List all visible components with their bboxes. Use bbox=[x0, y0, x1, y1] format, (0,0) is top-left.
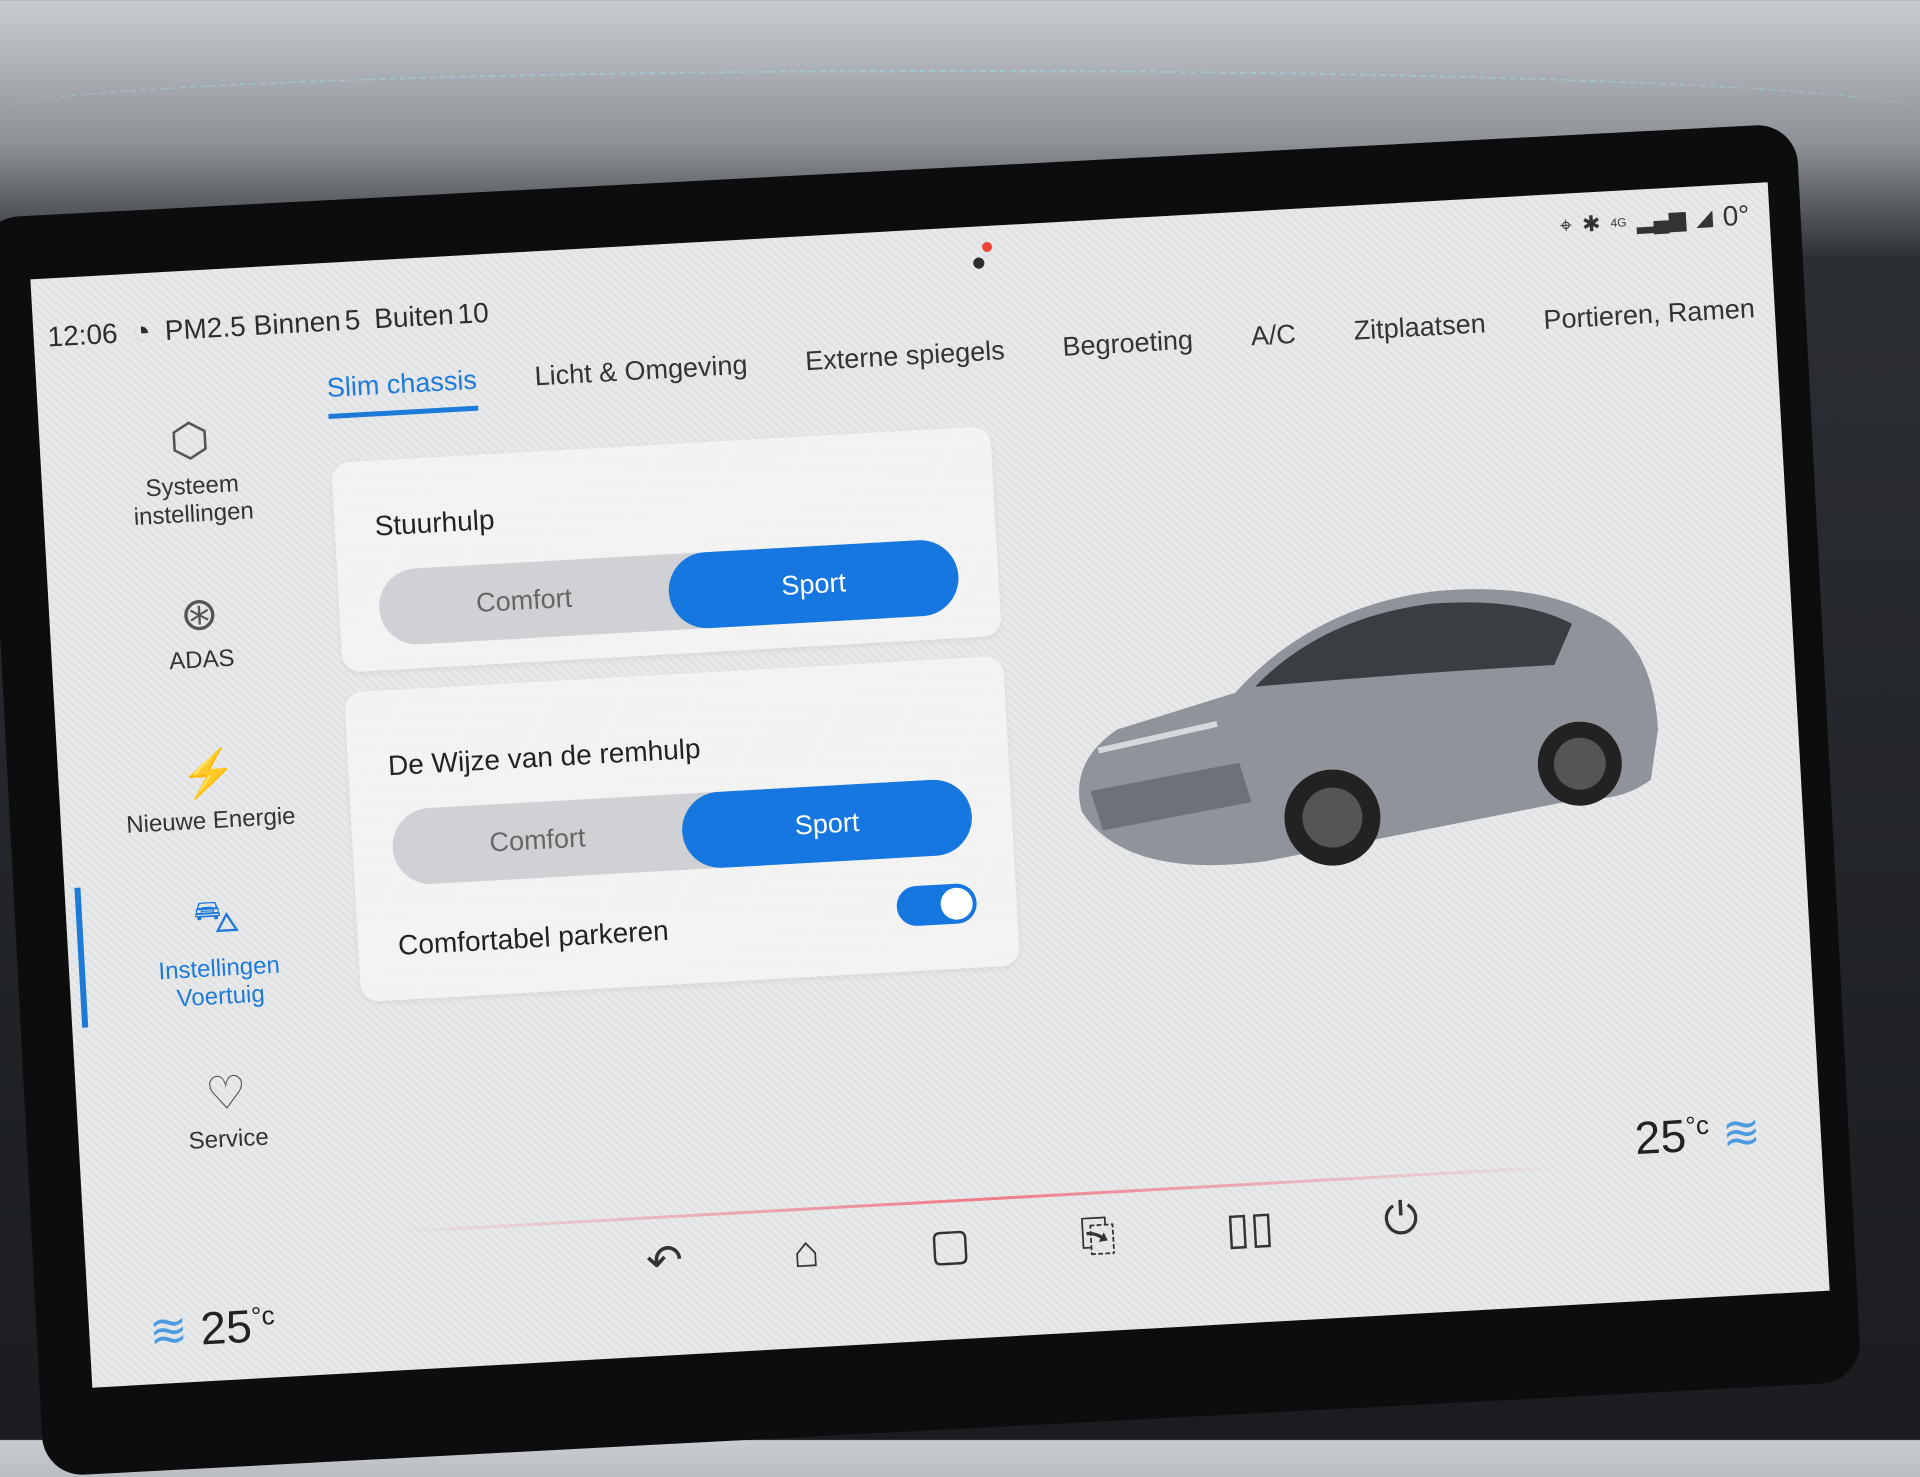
wind-icon: ≋ bbox=[147, 1303, 190, 1358]
steering-sport-option[interactable]: Sport bbox=[666, 538, 961, 631]
steering-assist-title: Stuurhulp bbox=[373, 503, 496, 542]
home-icon[interactable]: ⌂ bbox=[791, 1227, 820, 1279]
sidebar-item-label: Systeem instellingen bbox=[133, 470, 255, 532]
notification-icon[interactable]: ● bbox=[970, 241, 993, 278]
slope-icon: ◢ bbox=[1695, 204, 1714, 231]
slope-value: 0° bbox=[1721, 199, 1751, 232]
sidebar-item-label: ADAS bbox=[168, 644, 236, 676]
brake-mode-selector: Comfort Sport bbox=[390, 777, 974, 887]
inside-label: Binnen bbox=[252, 304, 342, 341]
pm-label: PM2.5 bbox=[163, 310, 247, 346]
brake-assist-title: De Wijze van de remhulp bbox=[387, 732, 702, 782]
steering-comfort-option[interactable]: Comfort bbox=[377, 554, 671, 646]
tab-externe-spiegels[interactable]: Externe spiegels bbox=[804, 335, 1006, 392]
sidebar-item-adas[interactable]: ⊛ ADAS bbox=[86, 544, 315, 716]
gauge-speaker-icon[interactable]: ◔ bbox=[131, 313, 152, 351]
network-label: 4G bbox=[1610, 215, 1627, 231]
power-icon[interactable]: ⏻ bbox=[1382, 1193, 1420, 1246]
navigation-bar: ↶ ⌂ ▢ ⎘ ▯▯ ⏻ bbox=[645, 1193, 1420, 1287]
sidebar-item-energy[interactable]: ⚡ Nieuwe Energie bbox=[95, 704, 324, 876]
location-icon: ⌖ bbox=[1559, 212, 1573, 238]
sidebar-item-label: Service bbox=[187, 1123, 270, 1155]
left-temp-unit: °c bbox=[250, 1300, 276, 1332]
comfort-parking-toggle[interactable] bbox=[895, 882, 978, 928]
car-settings-icon[interactable]: ⎘ bbox=[1079, 1210, 1117, 1263]
tab-licht-omgeving[interactable]: Licht & Omgeving bbox=[534, 350, 749, 408]
steering-assist-card: Stuurhulp Comfort Sport bbox=[331, 426, 1002, 673]
right-temp-unit: °c bbox=[1684, 1109, 1710, 1142]
signal-icon: ▂▄▆ bbox=[1635, 205, 1687, 234]
left-temp-value: 25 bbox=[199, 1299, 254, 1355]
outside-value: 10 bbox=[456, 296, 490, 330]
tab-begroeting[interactable]: Begroeting bbox=[1062, 325, 1195, 378]
split-screen-icon[interactable]: ▯▯ bbox=[1224, 1202, 1275, 1256]
wind-icon: ≋ bbox=[1720, 1105, 1763, 1160]
comfort-parking-label: Comfortabel parkeren bbox=[397, 914, 670, 961]
inside-value: 5 bbox=[343, 303, 362, 336]
tab-zitplaatsen[interactable]: Zitplaatsen bbox=[1353, 308, 1487, 361]
brake-comfort-option[interactable]: Comfort bbox=[391, 794, 685, 886]
car-heart-icon: ♡ bbox=[204, 1065, 249, 1120]
bluetooth-icon: ✱ bbox=[1581, 210, 1602, 237]
outside-label: Buiten bbox=[373, 298, 455, 334]
left-temperature[interactable]: ≋ 25°c bbox=[148, 1297, 277, 1358]
clock: 12:06 bbox=[46, 317, 119, 353]
recent-apps-icon[interactable]: ▢ bbox=[928, 1218, 972, 1271]
right-temp-value: 25 bbox=[1633, 1109, 1688, 1165]
back-icon[interactable]: ↶ bbox=[645, 1235, 685, 1288]
status-icons: ⌖ ✱ 4G ▂▄▆ ◢ 0° bbox=[1559, 199, 1750, 242]
vehicle-image bbox=[1079, 589, 1659, 866]
sidebar-item-label: Nieuwe Energie bbox=[125, 801, 297, 839]
tab-ac[interactable]: A/C bbox=[1250, 319, 1298, 367]
steering-wheel-icon: ⊛ bbox=[178, 586, 220, 641]
car-icon: ⛍ bbox=[191, 888, 242, 944]
right-temperature[interactable]: 25°c ≋ bbox=[1633, 1104, 1762, 1165]
gear-hex-icon: ⬡ bbox=[168, 412, 212, 467]
steering-mode-selector: Comfort Sport bbox=[377, 538, 961, 647]
brake-assist-card: De Wijze van de remhulp Comfort Sport Co… bbox=[343, 655, 1021, 1003]
brake-sport-option[interactable]: Sport bbox=[680, 777, 974, 870]
sidebar-item-vehicle-settings[interactable]: ⛍ Instellingen Voertuig bbox=[104, 864, 333, 1036]
tab-portieren-ramen[interactable]: Portieren, Ramen bbox=[1543, 293, 1757, 351]
sidebar-item-system[interactable]: ⬡ Systeem instellingen bbox=[77, 385, 306, 557]
sidebar-item-label: Instellingen Voertuig bbox=[157, 951, 281, 1013]
tab-bar: Slim chassis Licht & Omgeving Externe sp… bbox=[326, 293, 1756, 419]
tab-slim-chassis[interactable]: Slim chassis bbox=[326, 364, 479, 419]
battery-bolt-icon: ⚡ bbox=[178, 745, 239, 801]
sidebar: ⬡ Systeem instellingen ⊛ ADAS ⚡ Nieuwe E… bbox=[77, 385, 341, 1196]
status-bar: 12:06 ◔ PM2.5 Binnen 5 Buiten 10 bbox=[47, 294, 490, 356]
infotainment-screen: 12:06 ◔ PM2.5 Binnen 5 Buiten 10 ● ⌖ ✱ 4… bbox=[30, 182, 1830, 1388]
